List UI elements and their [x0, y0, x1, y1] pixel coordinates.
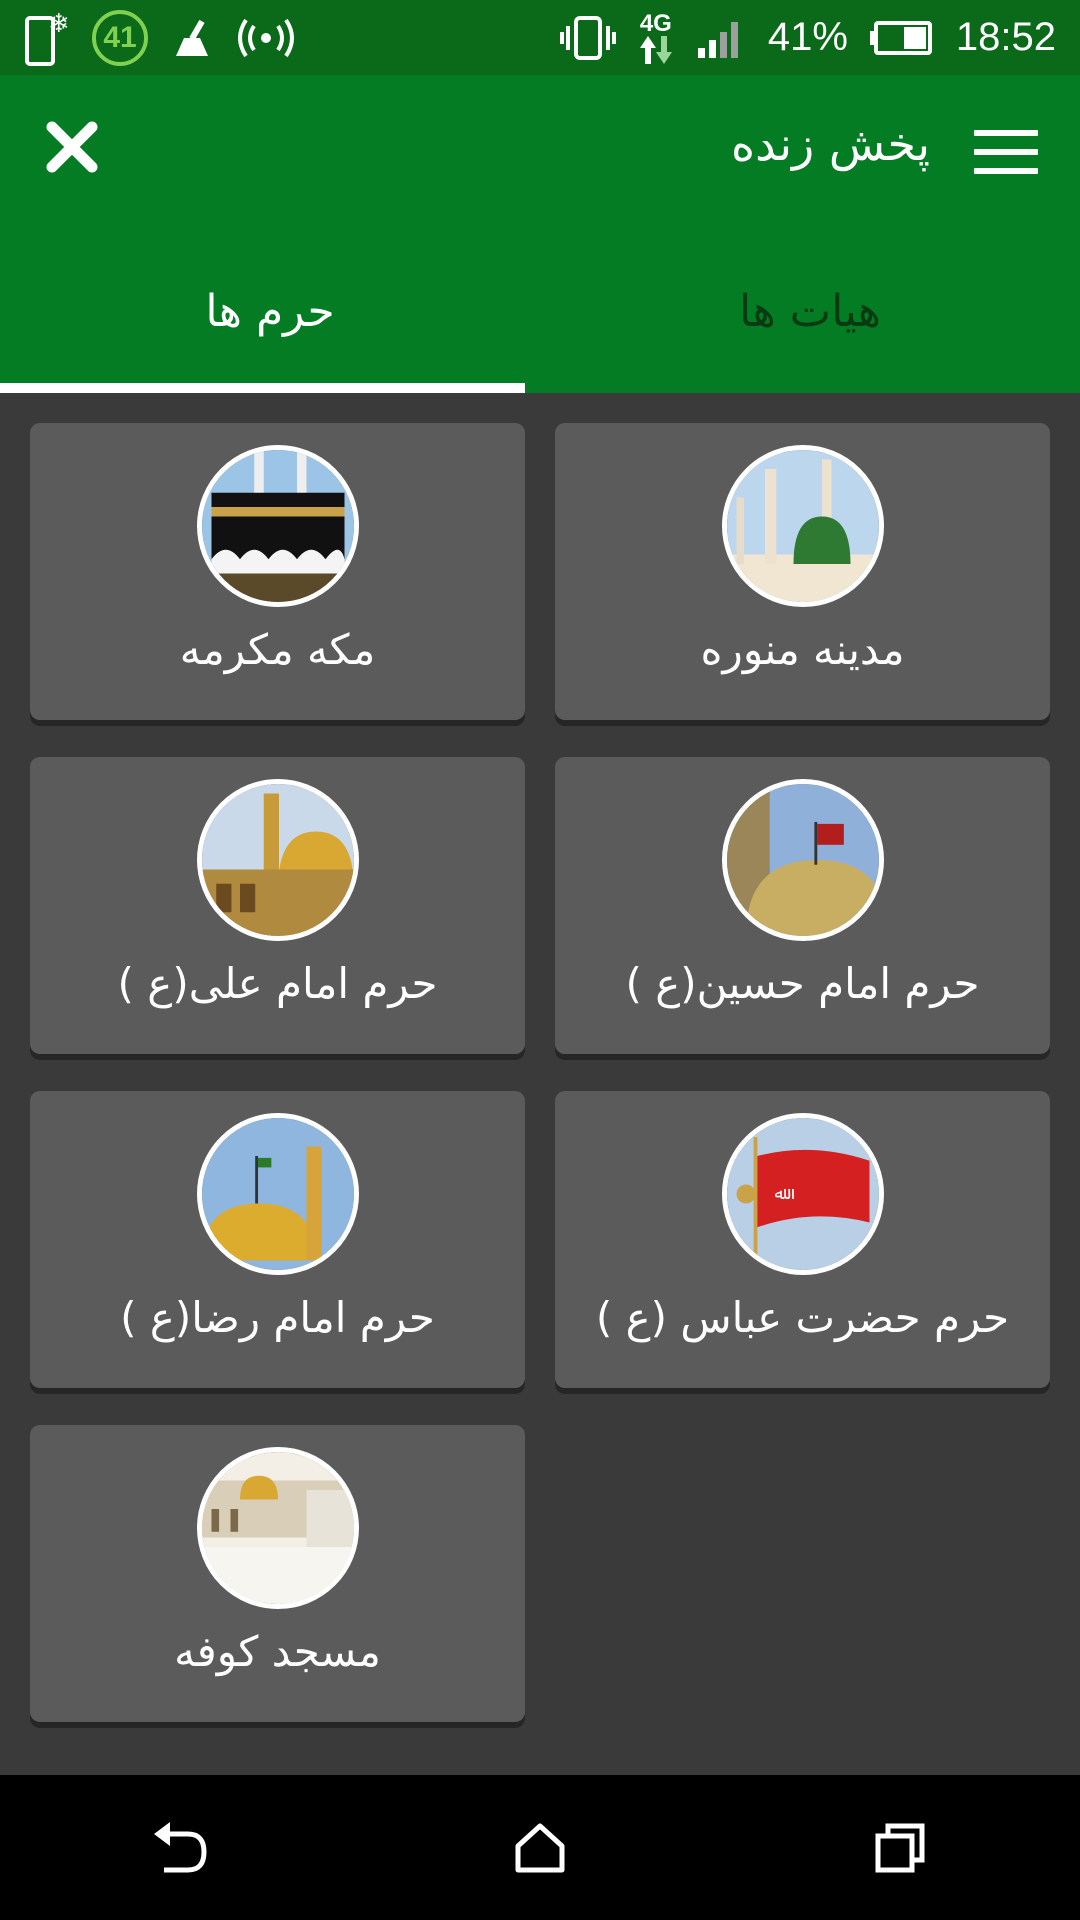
imam-hussain-shrine-image	[721, 779, 884, 941]
shrine-label: حرم حضرت عباس (ع )	[595, 1293, 1010, 1342]
shrine-label: مکه مکرمه	[179, 625, 376, 674]
back-button[interactable]	[140, 1808, 220, 1888]
menu-button[interactable]	[974, 130, 1038, 174]
svg-text:❄: ❄	[48, 9, 70, 39]
kaaba-image	[196, 445, 359, 607]
active-tab-indicator	[0, 383, 525, 393]
imam-reza-shrine-image	[196, 1113, 359, 1275]
broom-icon	[170, 16, 214, 60]
clock: 18:52	[955, 15, 1056, 59]
shrine-card[interactable]: حرم امام حسین(ع )	[555, 757, 1050, 1054]
home-icon	[515, 1823, 565, 1872]
page-title: پخش زنده	[730, 117, 930, 171]
shrine-label: حرم امام رضا(ع )	[120, 1293, 435, 1342]
tab-shrines[interactable]: حرم ها	[0, 230, 540, 393]
kufa-mosque-image	[196, 1447, 359, 1609]
status-bar: ❄ 41 4G 41% 18:52	[0, 0, 1080, 75]
red-flag-image: ﷲ	[721, 1113, 884, 1275]
shrine-label: حرم امام علی(ع )	[117, 959, 438, 1008]
recent-apps-button[interactable]	[860, 1808, 940, 1888]
shrine-card[interactable]: مسجد کوفه	[30, 1425, 525, 1722]
medina-mosque-image	[721, 445, 884, 607]
tab-heyats[interactable]: هیات ها	[540, 230, 1080, 393]
hotspot-icon	[236, 16, 296, 60]
shrine-card[interactable]: مکه مکرمه	[30, 423, 525, 720]
app-bar: پخش زنده	[0, 75, 1080, 230]
shrine-card[interactable]: حرم امام رضا(ع )	[30, 1091, 525, 1388]
close-button[interactable]	[40, 115, 104, 179]
shrine-card[interactable]: ﷲ حرم حضرت عباس (ع )	[555, 1091, 1050, 1388]
network-type-label: 4G	[639, 9, 672, 37]
battery-icon	[869, 20, 934, 55]
menu-icon-bar	[974, 130, 1038, 136]
shrine-card[interactable]: مدینه منوره	[555, 423, 1050, 720]
home-button[interactable]	[500, 1808, 580, 1888]
shrine-label: مسجد کوفه	[174, 1627, 381, 1676]
close-icon	[46, 121, 98, 173]
snowflake-phone-icon: ❄	[24, 8, 70, 68]
recent-apps-icon	[875, 1823, 925, 1872]
system-nav-bar	[0, 1775, 1080, 1920]
shrine-grid: مدینه منوره مکه مکرمه حرم امام حسین(ع ) …	[0, 393, 1080, 1775]
shrine-card[interactable]: حرم امام علی(ع )	[30, 757, 525, 1054]
battery-percent: 41%	[767, 15, 848, 59]
back-icon	[154, 1821, 207, 1872]
shrine-label: حرم امام حسین(ع )	[625, 959, 980, 1008]
shrine-label: مدینه منوره	[700, 625, 905, 674]
vibrate-icon	[559, 14, 616, 62]
notification-count-badge: 41	[92, 9, 148, 66]
menu-icon-bar	[974, 168, 1038, 174]
tab-label: هیات ها	[739, 286, 881, 337]
tab-bar: حرم ها هیات ها	[0, 230, 1080, 393]
network-4g-icon: 4G	[638, 9, 674, 64]
imam-ali-shrine-image	[196, 779, 359, 941]
signal-icon	[696, 18, 746, 58]
menu-icon-bar	[974, 149, 1038, 155]
tab-label: حرم ها	[205, 286, 335, 337]
